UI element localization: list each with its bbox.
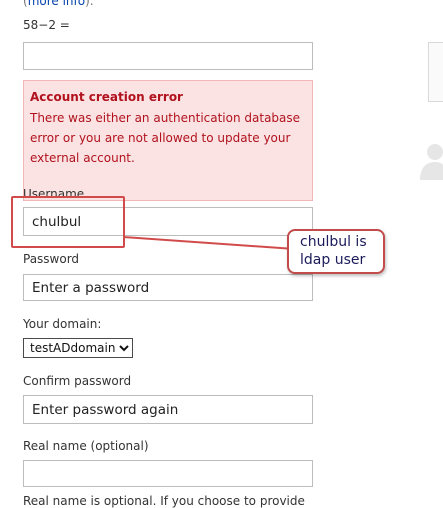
realname-label: Real name (optional): [23, 439, 149, 453]
confirm-password-input[interactable]: Enter password again: [23, 395, 313, 424]
domain-select[interactable]: testADdomain: [23, 338, 133, 358]
confirm-password-label: Confirm password: [23, 374, 132, 388]
realname-help-text: Real name is optional. If you choose to …: [23, 494, 305, 508]
domain-label: Your domain:: [23, 317, 102, 331]
more-info-suffix: ).: [85, 0, 94, 8]
realname-input[interactable]: [23, 460, 313, 487]
more-info-text: (more info).: [23, 0, 94, 8]
captcha-question: 58−2 =: [23, 18, 70, 32]
side-panel-edge: [428, 42, 443, 102]
annotation-connector-line: [122, 236, 288, 250]
captcha-input[interactable]: [23, 42, 313, 70]
annotation-callout: chulbul is ldap user: [287, 229, 385, 274]
error-message: There was either an authentication datab…: [30, 111, 301, 165]
user-silhouette-icon: [420, 144, 443, 180]
more-info-link[interactable]: more info: [28, 0, 85, 8]
password-label: Password: [23, 252, 80, 266]
callout-line-2: ldap user: [300, 252, 366, 268]
callout-line-1: chulbul is: [300, 234, 367, 250]
password-input[interactable]: Enter a password: [23, 274, 313, 301]
annotation-highlight-box: [11, 196, 125, 248]
error-title: Account creation error: [30, 90, 183, 104]
